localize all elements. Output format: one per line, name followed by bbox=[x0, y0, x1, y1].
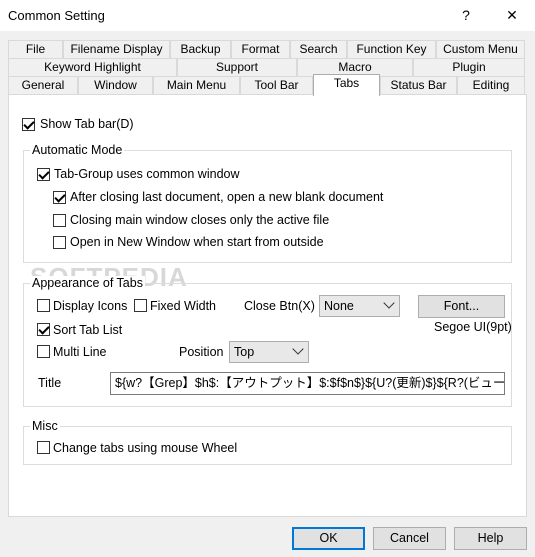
mouse-wheel-checkbox[interactable] bbox=[37, 441, 50, 454]
appearance-title: Appearance of Tabs bbox=[30, 276, 145, 290]
position-select[interactable]: Top bbox=[229, 341, 309, 363]
multi-line-checkbox[interactable] bbox=[37, 345, 50, 358]
automatic-mode-title: Automatic Mode bbox=[30, 143, 125, 157]
position-label: Position bbox=[179, 345, 224, 359]
closing-main-window-checkbox[interactable] bbox=[53, 214, 66, 227]
mouse-wheel-label: Change tabs using mouse Wheel bbox=[53, 441, 238, 455]
chevron-down-icon bbox=[292, 343, 304, 355]
sort-tab-list-checkbox[interactable] bbox=[37, 323, 50, 336]
multi-line-label: Multi Line bbox=[53, 345, 107, 359]
close-btn-label: Close Btn(X) bbox=[244, 299, 315, 313]
title-format-input[interactable]: ${w?【Grep】$h$:【アウトプット】$:$f$n$}${U?(更新)$}… bbox=[110, 372, 505, 395]
fixed-width-label: Fixed Width bbox=[150, 299, 216, 313]
display-icons-checkbox[interactable] bbox=[37, 299, 50, 312]
closing-main-window-label: Closing main window closes only the acti… bbox=[70, 213, 330, 227]
panel-content: Show Tab bar(D) Automatic Mode Tab-Group… bbox=[0, 0, 535, 557]
chevron-down-icon bbox=[383, 297, 395, 309]
font-button[interactable]: Font... bbox=[418, 295, 505, 318]
tab-group-common-window-label: Tab-Group uses common window bbox=[54, 167, 240, 181]
tab-group-common-window-checkbox[interactable] bbox=[37, 168, 50, 181]
title-label: Title bbox=[38, 376, 62, 390]
position-value: Top bbox=[234, 345, 255, 359]
close-btn-select[interactable]: None bbox=[319, 295, 400, 317]
fixed-width-checkbox[interactable] bbox=[134, 299, 147, 312]
sort-tab-list-label: Sort Tab List bbox=[53, 323, 123, 337]
font-name-label: Segoe UI(9pt) bbox=[434, 320, 512, 334]
after-closing-checkbox[interactable] bbox=[53, 191, 66, 204]
open-new-window-label: Open in New Window when start from outsi… bbox=[70, 235, 324, 249]
after-closing-label: After closing last document, open a new … bbox=[70, 190, 384, 204]
open-new-window-checkbox[interactable] bbox=[53, 236, 66, 249]
misc-title: Misc bbox=[30, 419, 60, 433]
show-tab-bar-checkbox[interactable] bbox=[22, 118, 35, 131]
show-tab-bar-label: Show Tab bar(D) bbox=[40, 117, 134, 131]
close-btn-value: None bbox=[324, 299, 354, 313]
display-icons-label: Display Icons bbox=[53, 299, 128, 313]
